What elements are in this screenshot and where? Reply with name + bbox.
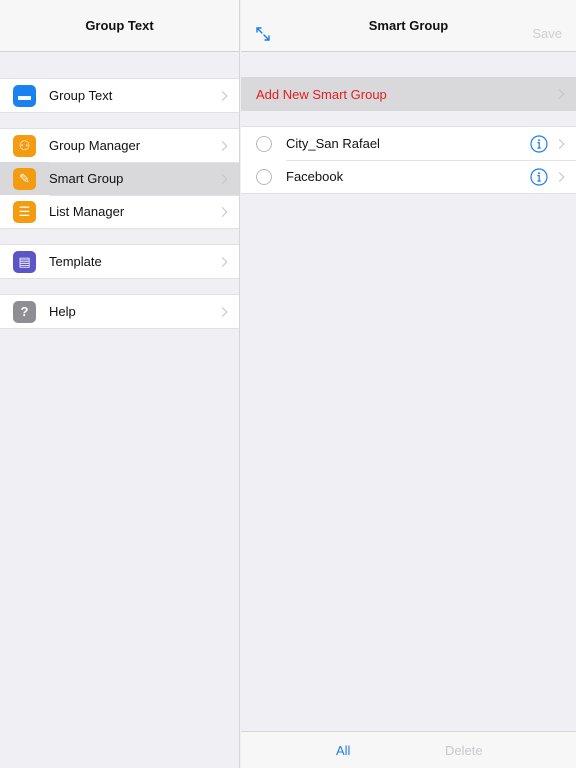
menu-group: ▤ Template <box>0 244 239 279</box>
pencil-icon: ✎ <box>13 167 36 190</box>
chevron-right-icon <box>217 140 228 151</box>
info-icon[interactable] <box>530 134 548 153</box>
sidebar-item-template[interactable]: ▤ Template <box>0 245 239 278</box>
chevron-right-icon <box>554 171 565 182</box>
detail-navbar: Smart Group Save <box>241 0 576 52</box>
sidebar-item-label: Group Text <box>49 88 113 103</box>
menu-group: ? Help <box>0 294 239 329</box>
master-title: Group Text <box>85 18 154 33</box>
sidebar-item-label: Template <box>49 254 102 269</box>
chevron-right-icon <box>217 306 228 317</box>
smart-group-list: City_San Rafael Facebook <box>241 126 576 194</box>
smart-group-row[interactable]: City_San Rafael <box>241 127 576 160</box>
chevron-right-icon <box>554 138 565 149</box>
radio-circle-icon[interactable] <box>256 135 272 152</box>
save-button[interactable]: Save <box>532 26 562 41</box>
message-bubble-icon: ▬ <box>13 84 36 107</box>
people-icon: ⚇ <box>13 134 36 157</box>
document-icon: ▤ <box>13 250 36 273</box>
chevron-right-icon <box>217 206 228 217</box>
menu-group: ▬ Group Text <box>0 78 239 113</box>
sidebar-item-group-manager[interactable]: ⚇ Group Manager <box>0 129 239 162</box>
bottom-toolbar: All Delete <box>241 731 576 768</box>
info-icon[interactable] <box>530 167 548 186</box>
sidebar-item-list-manager[interactable]: ☰ List Manager <box>0 195 239 228</box>
list-icon: ☰ <box>13 200 36 223</box>
all-button[interactable]: All <box>336 743 350 758</box>
delete-button[interactable]: Delete <box>445 743 483 758</box>
sidebar-item-help[interactable]: ? Help <box>0 295 239 328</box>
master-menu: ▬ Group Text ⚇ Group Manager ✎ Smart Group ☰ Li… <box>0 52 239 329</box>
chevron-right-icon <box>217 256 228 267</box>
smart-group-label: City_San Rafael <box>286 136 380 151</box>
question-icon: ? <box>13 300 36 323</box>
sidebar-item-label: Smart Group <box>49 171 124 186</box>
chevron-right-icon <box>217 173 228 184</box>
chevron-right-icon <box>217 90 228 101</box>
add-new-smart-group-row[interactable]: Add New Smart Group <box>241 77 576 111</box>
sidebar-item-label: Help <box>49 304 76 319</box>
detail-pane: Smart Group Save Add New Smart Group Cit… <box>241 0 576 768</box>
sidebar-item-label: List Manager <box>49 204 125 219</box>
detail-title: Smart Group <box>368 18 449 33</box>
master-navbar: Group Text <box>0 0 239 52</box>
radio-circle-icon[interactable] <box>256 168 272 185</box>
smart-group-label: Facebook <box>286 169 344 184</box>
add-new-smart-group-label: Add New Smart Group <box>256 86 387 102</box>
smart-group-row[interactable]: Facebook <box>241 160 576 193</box>
sidebar-item-smart-group[interactable]: ✎ Smart Group <box>0 162 239 195</box>
master-pane: Group Text ▬ Group Text ⚇ Group Manager ✎ Sma… <box>0 0 240 768</box>
menu-group: ⚇ Group Manager ✎ Smart Group ☰ List Manager <box>0 128 239 229</box>
chevron-right-icon <box>554 89 565 99</box>
sidebar-item-group-text[interactable]: ▬ Group Text <box>0 79 239 112</box>
expand-icon[interactable] <box>254 25 272 43</box>
sidebar-item-label: Group Manager <box>49 138 141 153</box>
